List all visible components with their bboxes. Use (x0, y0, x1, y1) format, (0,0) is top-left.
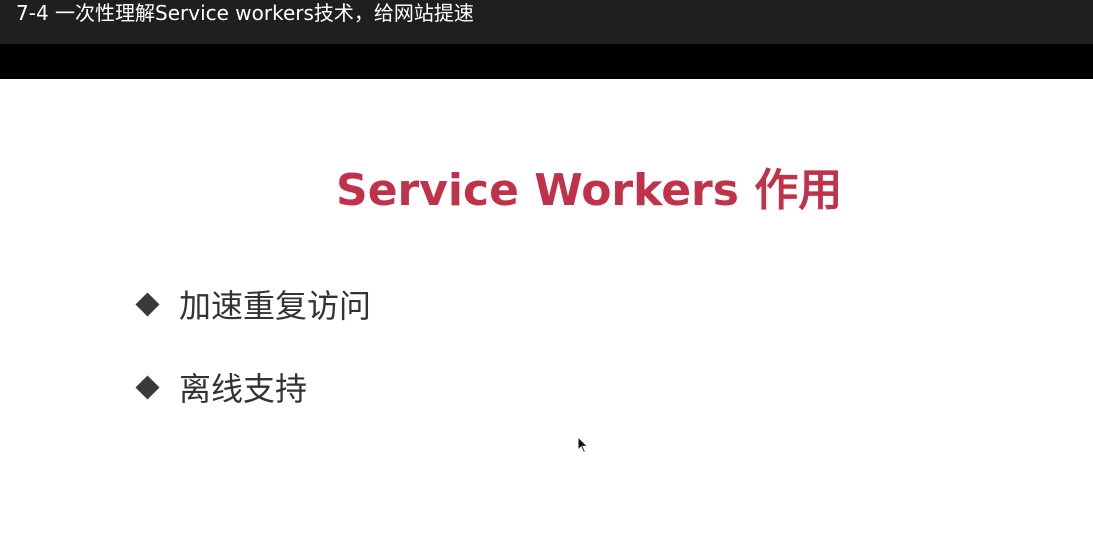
diamond-bullet-icon (135, 291, 160, 317)
bullet-label: 离线支持 (179, 370, 308, 408)
slide-heading: Service Workers 作用 (336, 165, 843, 216)
diamond-bullet-icon (135, 374, 160, 400)
mouse-pointer-icon (577, 436, 589, 454)
video-title-bar: 7-4 一次性理解Service workers技术，给网站提速 (0, 0, 1093, 44)
letterbox-band (0, 44, 1093, 79)
bullet-item-offline: 离线支持 (135, 365, 308, 409)
bullet-label: 加速重复访问 (179, 287, 372, 325)
bullet-item-accelerate: 加速重复访问 (135, 282, 372, 326)
video-title: 7-4 一次性理解Service workers技术，给网站提速 (16, 1, 474, 25)
presentation-slide: Service Workers 作用 加速重复访问 离线支持 (0, 79, 1093, 557)
